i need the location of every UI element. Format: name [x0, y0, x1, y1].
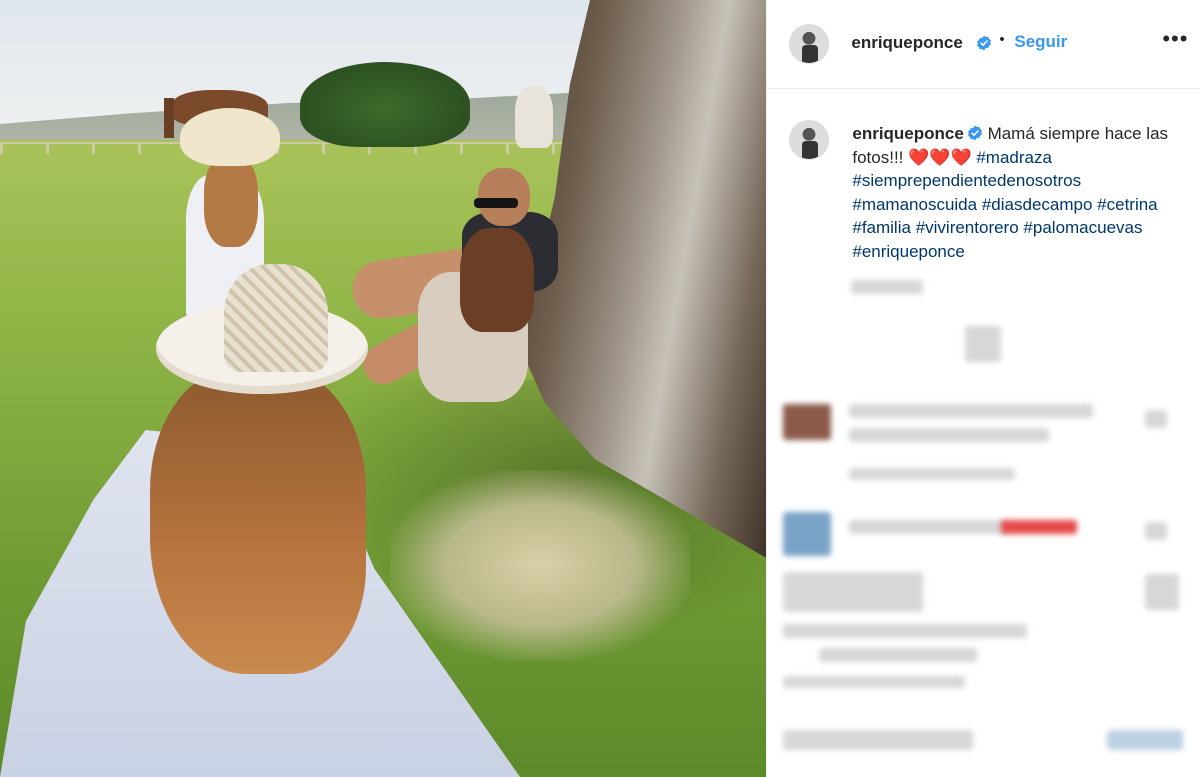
hashtag-link[interactable]: #vivirentorero — [916, 218, 1019, 237]
hashtag-link[interactable]: #siemprependientedenosotros — [852, 171, 1081, 190]
comment-meta-blurred — [783, 676, 966, 688]
caption-verified-badge-icon — [967, 125, 982, 141]
comment-emoji-blurred — [1001, 520, 1078, 534]
comment-like-icon-blurred[interactable] — [1145, 574, 1180, 610]
header-separator: • — [999, 31, 1005, 48]
comment-text-blurred — [849, 404, 1094, 418]
photo-woman-hair — [460, 228, 534, 332]
photo-girl-seated-hair — [150, 368, 366, 674]
hashtag-link[interactable]: #madraza — [976, 148, 1052, 167]
comment-text-blurred — [819, 648, 978, 662]
photo-girl-seated-hat-crown — [224, 264, 328, 372]
photo-man-sunglasses — [474, 198, 518, 208]
photo-man-head — [478, 168, 530, 226]
comment-like-icon-blurred[interactable] — [1145, 522, 1168, 540]
author-username[interactable]: enriqueponce — [851, 33, 962, 53]
more-options-icon[interactable]: ••• — [1162, 28, 1188, 54]
caption-author-username[interactable]: enriqueponce — [852, 124, 963, 143]
hashtag-link[interactable]: #mamanoscuida — [852, 195, 977, 214]
follow-button[interactable]: Seguir — [1014, 32, 1067, 52]
photo-distant-tree — [300, 62, 470, 147]
photo-dry-bush — [390, 470, 690, 660]
load-more-comments-icon-blurred[interactable] — [965, 326, 1002, 362]
comment-meta-blurred — [849, 468, 1016, 480]
hashtag-link[interactable]: #enriqueponce — [852, 242, 964, 261]
caption-text-block: enriqueponce Mamá siempre hace las fotos… — [852, 122, 1182, 263]
add-comment-input-blurred[interactable] — [783, 730, 974, 750]
hashtag-link[interactable]: #familia — [852, 218, 911, 237]
comment-text-blurred — [783, 624, 1028, 638]
comment-emoji-row-blurred — [783, 572, 924, 612]
post-photo[interactable] — [0, 0, 767, 777]
hashtag-link[interactable]: #palomacuevas — [1023, 218, 1142, 237]
comment-text-blurred — [849, 520, 1010, 534]
caption-timestamp-blurred — [851, 280, 924, 294]
comment-like-icon-blurred[interactable] — [1145, 410, 1168, 428]
post-header: enriqueponce • Seguir ••• — [767, 0, 1200, 89]
comment-avatar-blurred[interactable] — [783, 404, 832, 440]
comment-avatar-blurred[interactable] — [783, 512, 832, 556]
instagram-post-view: enriqueponce • Seguir ••• enriqueponce M… — [0, 0, 1200, 777]
hashtag-link[interactable]: #diasdecampo — [982, 195, 1093, 214]
photo-girl-standing-hair — [204, 155, 258, 247]
comment-text-blurred — [849, 428, 1050, 442]
verified-badge-icon — [977, 35, 992, 51]
photo-girl-standing-hat — [180, 108, 280, 166]
photo-white-horse — [515, 86, 553, 148]
post-sidebar: enriqueponce • Seguir ••• enriqueponce M… — [766, 0, 1200, 777]
publish-comment-button-blurred[interactable] — [1107, 730, 1184, 750]
hashtag-link[interactable]: #cetrina — [1097, 195, 1157, 214]
caption-author-avatar[interactable] — [789, 120, 830, 160]
author-avatar[interactable] — [789, 24, 830, 64]
